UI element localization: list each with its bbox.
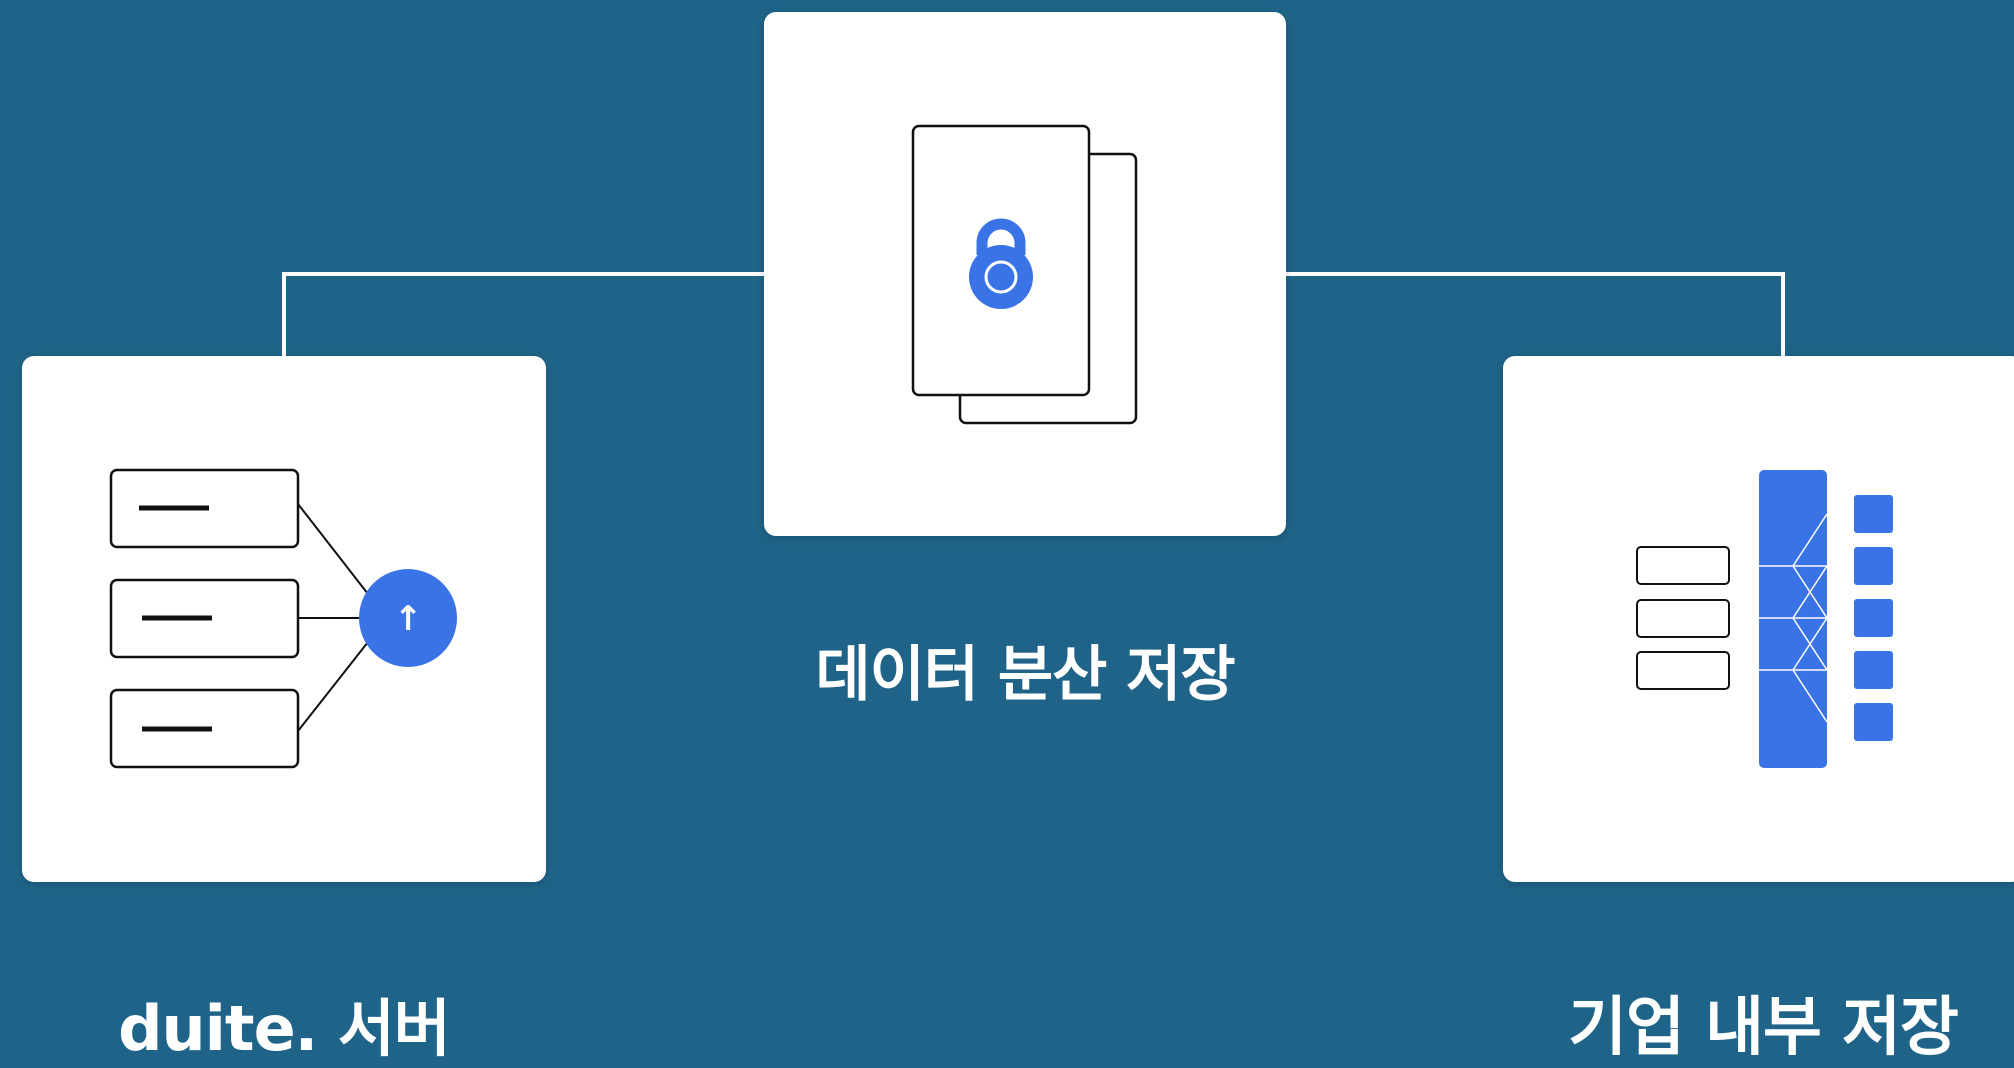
server-upload-icon: ↑: [109, 468, 457, 769]
output-nodes: [1854, 495, 1893, 741]
connector-right: [1286, 272, 1785, 356]
right-label: 기업 내부 저장: [1568, 991, 1959, 1065]
server-row-2: [109, 578, 300, 659]
server-row-3: [109, 688, 300, 769]
encrypted-document-icon: [911, 124, 1138, 425]
distribution-network-icon: [1636, 470, 1893, 768]
server-row-1: [109, 468, 300, 549]
left-card: ↑: [22, 356, 546, 882]
right-card: [1503, 356, 2014, 882]
upload-arrow-icon: ↑: [394, 599, 423, 639]
center-label: 데이터 분산 저장: [815, 640, 1235, 710]
connector-left: [282, 272, 764, 356]
center-card: [764, 12, 1286, 536]
left-label: duite. 서버: [118, 992, 451, 1065]
upload-links: [297, 503, 369, 732]
storage-slots: [1636, 546, 1730, 690]
